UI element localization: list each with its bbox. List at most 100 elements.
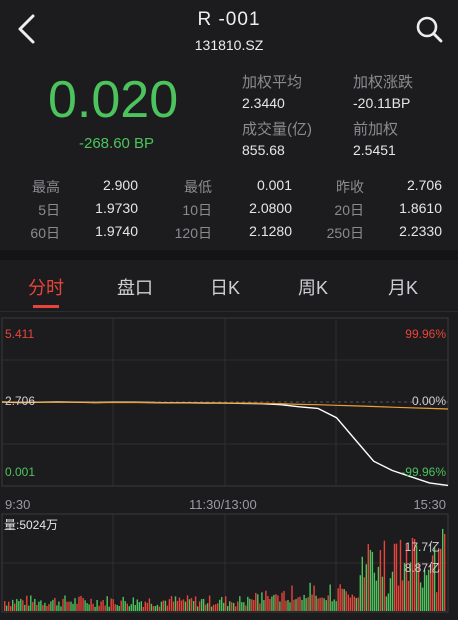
volume-bar bbox=[20, 598, 22, 611]
volume-bar bbox=[333, 599, 335, 611]
volume-bar bbox=[4, 601, 6, 611]
volume-bar bbox=[30, 595, 32, 611]
volume-bar bbox=[36, 605, 38, 611]
volume-bar bbox=[339, 584, 341, 611]
volume-bar bbox=[168, 599, 171, 611]
volume-bar bbox=[293, 599, 295, 611]
volume-bar bbox=[335, 601, 337, 611]
volume-bar bbox=[323, 598, 325, 611]
volume-bar bbox=[289, 602, 291, 611]
volume-bar bbox=[337, 588, 339, 611]
volume-bar bbox=[172, 601, 175, 611]
volume-bar bbox=[72, 603, 74, 611]
volume-bar bbox=[176, 601, 179, 611]
active-tab-indicator bbox=[33, 305, 59, 308]
volume-bar bbox=[257, 594, 259, 611]
volume-bar bbox=[210, 606, 213, 611]
tab-orderbook[interactable]: 盘口 bbox=[100, 274, 170, 300]
volume-bar bbox=[100, 601, 102, 611]
volume-bar bbox=[325, 600, 327, 611]
volume-bar bbox=[215, 604, 217, 611]
tab-monthly-k[interactable]: 月K bbox=[368, 274, 438, 300]
stat-label: 最低 bbox=[184, 179, 212, 195]
volume-bar bbox=[112, 599, 114, 611]
volume-bar bbox=[12, 599, 14, 611]
volume-bar bbox=[259, 603, 261, 611]
volume-bar bbox=[389, 578, 392, 611]
volume-bar bbox=[421, 587, 424, 611]
volume-bar bbox=[114, 604, 116, 611]
search-button[interactable] bbox=[414, 14, 444, 44]
x-mid: 11:30/13:00 bbox=[189, 497, 257, 512]
volume-bar bbox=[269, 599, 271, 611]
volume-bar bbox=[347, 594, 349, 611]
volume-bar bbox=[96, 600, 98, 611]
volume-bar bbox=[8, 601, 10, 611]
volume-bar bbox=[124, 601, 126, 611]
volume-bar bbox=[140, 601, 142, 611]
volume-bar bbox=[68, 601, 70, 611]
volume-bar bbox=[134, 605, 136, 611]
volume-bar bbox=[357, 597, 359, 611]
volume-bar bbox=[229, 601, 231, 611]
volume-bar bbox=[351, 594, 353, 611]
volume-bar bbox=[6, 605, 8, 611]
volume-bar bbox=[62, 598, 64, 611]
stat-label: 昨收 bbox=[336, 179, 364, 195]
volume-bar bbox=[60, 606, 62, 611]
volume-bar bbox=[54, 597, 56, 611]
volume-bar bbox=[66, 601, 68, 611]
tab-weekly-k[interactable]: 周K bbox=[278, 274, 348, 300]
tab-daily-k[interactable]: 日K bbox=[190, 274, 260, 300]
volume-bar bbox=[52, 599, 54, 611]
volume-bar bbox=[353, 596, 355, 611]
volume-label: 成交量(亿) bbox=[242, 121, 312, 138]
volume-bar bbox=[138, 602, 140, 611]
volume-bar bbox=[48, 604, 50, 611]
volume-bar bbox=[164, 600, 167, 611]
volume-bar bbox=[359, 575, 361, 611]
volume-bar bbox=[120, 600, 122, 611]
volume-bar bbox=[74, 598, 76, 611]
volume-bar bbox=[110, 598, 112, 611]
volume-bar bbox=[321, 597, 323, 611]
volume-bar bbox=[291, 585, 293, 611]
tab-intraday[interactable]: 分时 bbox=[11, 274, 81, 300]
volume-bar bbox=[313, 585, 315, 611]
volume-bar bbox=[26, 595, 28, 611]
volume-bar bbox=[174, 596, 177, 611]
volume-bar bbox=[379, 550, 382, 611]
volume-bar bbox=[192, 601, 195, 611]
volume-bar bbox=[14, 603, 16, 611]
stats-grid: 最高 2.900 最低 0.001 昨收 2.706 5日 1.9730 10日… bbox=[0, 170, 458, 248]
volume-bar bbox=[367, 544, 369, 611]
volume-bar bbox=[106, 596, 108, 611]
volume-bar bbox=[423, 569, 426, 611]
volume-bar bbox=[116, 605, 118, 611]
volume-bar bbox=[22, 600, 24, 611]
volume-bar bbox=[56, 605, 58, 611]
volume-bar bbox=[50, 601, 52, 611]
stat-label: 250日 bbox=[326, 225, 364, 241]
volume-bar bbox=[401, 580, 404, 611]
stat-label: 120日 bbox=[174, 225, 212, 241]
stat-label: 20日 bbox=[334, 202, 364, 218]
volume-bar bbox=[317, 598, 319, 611]
volume-bar bbox=[188, 599, 191, 611]
volume-bar bbox=[150, 603, 153, 611]
stat-value: 1.9730 bbox=[95, 200, 138, 216]
weighted-avg-label: 加权平均 bbox=[242, 74, 303, 91]
stat-label: 10日 bbox=[182, 202, 212, 218]
volume-bar bbox=[407, 580, 410, 611]
volume-bar bbox=[225, 596, 227, 611]
volume-axis-top: 17.7亿 bbox=[404, 540, 440, 554]
volume-bar bbox=[287, 600, 289, 611]
volume-bar bbox=[442, 528, 444, 611]
intraday-chart[interactable]: 5.411 99.96% 2.706 0.00% 0.001 -99.96% 9… bbox=[0, 312, 458, 615]
volume-bar bbox=[84, 600, 86, 611]
volume-bar bbox=[154, 606, 157, 611]
volume-bar bbox=[415, 545, 418, 611]
volume-bar bbox=[28, 605, 30, 611]
volume-bar bbox=[385, 596, 388, 611]
volume-bar bbox=[70, 601, 72, 611]
